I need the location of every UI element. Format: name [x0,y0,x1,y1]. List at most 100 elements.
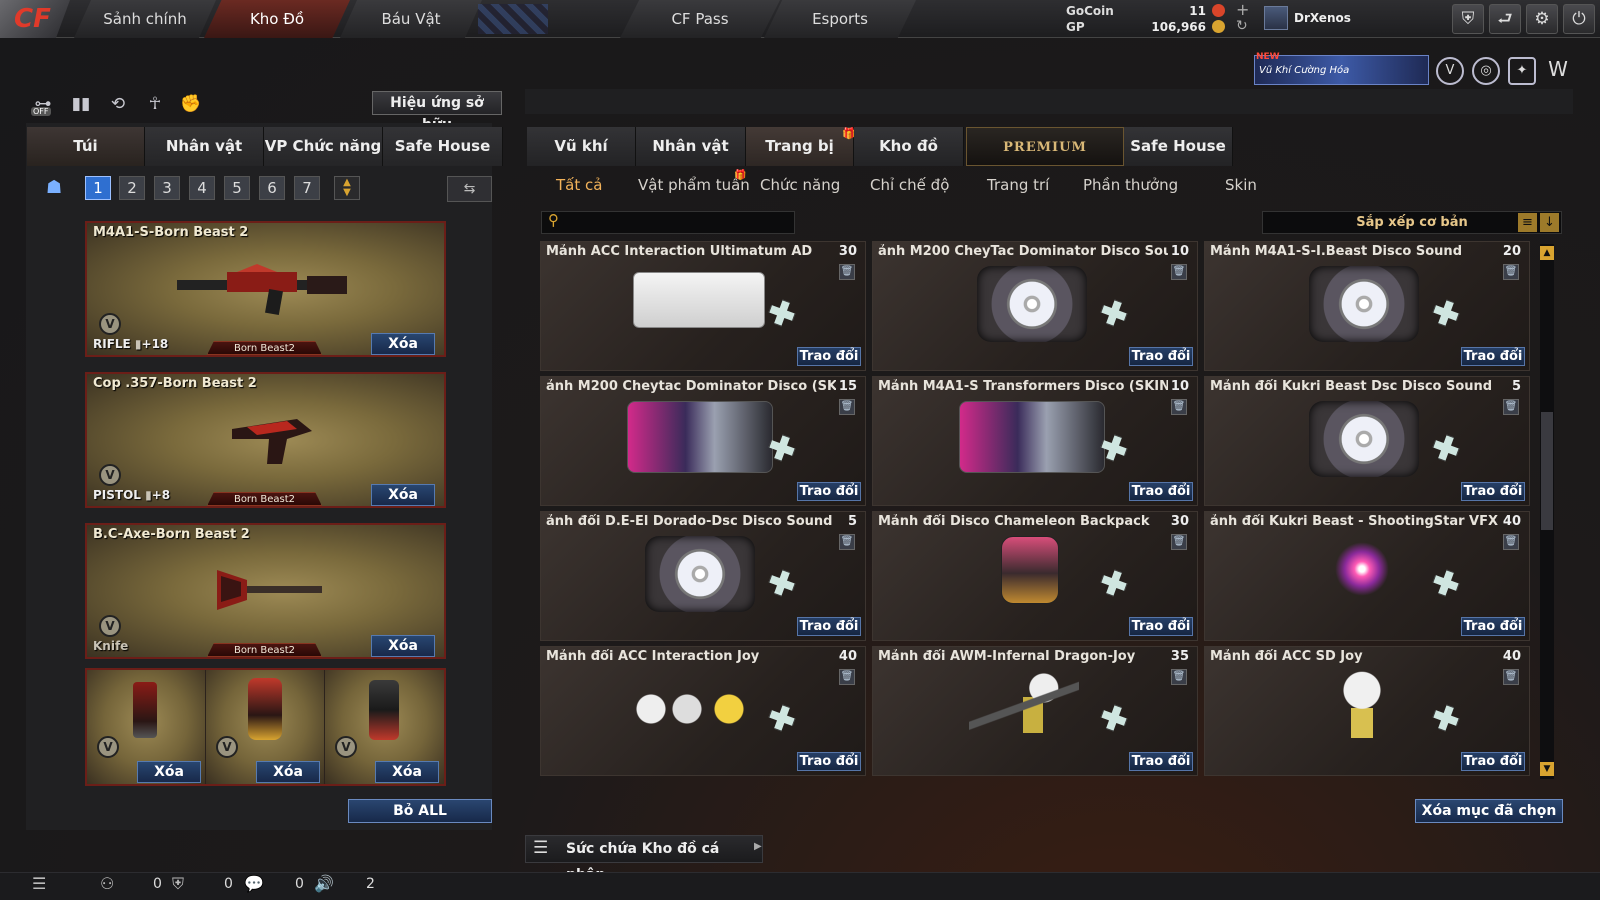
nav-tab-esports[interactable]: Esports [764,0,916,38]
trash-icon[interactable]: 🗑 [1171,264,1187,280]
subtab-rewards[interactable]: Phần thưởng [1083,172,1178,198]
remove-rifle-button[interactable]: Xóa [371,333,435,355]
trade-button[interactable]: Trao đổi [797,617,861,636]
nav-tab-inventory[interactable]: Kho Đồ [204,0,350,38]
weapon-slot-rifle[interactable]: M4A1-S-Born Beast 2 V RIFLE ▮+18 Born Be… [85,221,446,357]
item-card[interactable]: Mảnh đổi Disco Chameleon Backpack 30 🗑 Trao… [872,511,1198,641]
trash-icon[interactable]: 🗑 [1171,669,1187,685]
bag-page-4[interactable]: 4 [189,176,215,200]
left-tab-safe-house[interactable]: Safe House [383,127,503,166]
right-tab-characters[interactable]: Nhân vật [636,127,746,166]
promo-banner[interactable]: Vũ Khí Cường Hóa [1254,55,1429,85]
trade-button[interactable]: Trao đổi [1129,482,1193,501]
trash-icon[interactable]: 🗑 [1503,534,1519,550]
remove-grenade-2-button[interactable]: Xóa [256,761,320,783]
right-tab-premium[interactable]: PREMIUM [966,127,1124,166]
remove-grenade-1-button[interactable]: Xóa [137,761,201,783]
trade-button[interactable]: Trao đổi [1461,482,1525,501]
subtab-function[interactable]: Chức năng [760,172,840,198]
username[interactable]: DrXenos [1294,11,1351,25]
trash-icon[interactable]: 🗑 [839,399,855,415]
fist-icon[interactable]: ✊ [176,90,206,118]
search-input[interactable] [541,211,795,234]
expand-arrow-icon[interactable]: ▶ [754,841,762,852]
trade-button[interactable]: Trao đổi [1461,617,1525,636]
trade-button[interactable]: Trao đổi [1461,347,1525,366]
grenade-slot-2[interactable]: V Xóa [206,670,325,784]
history-icon[interactable]: ⟲ [103,90,133,118]
right-tab-storage[interactable]: Kho đồ [854,127,964,166]
subtab-all[interactable]: Tất cả [556,172,602,198]
delete-selected-button[interactable]: Xóa mục đã chọn [1415,799,1563,823]
trade-button[interactable]: Trao đổi [797,482,861,501]
remove-pistol-button[interactable]: Xóa [371,484,435,506]
grenade-slot-1[interactable]: V Xóa [87,670,206,784]
left-tab-character[interactable]: Nhân vật [145,127,264,166]
add-currency-icon[interactable]: + [1236,0,1249,19]
trade-button[interactable]: Trao đổi [1129,752,1193,771]
trash-icon[interactable]: 🗑 [1171,399,1187,415]
item-card[interactable]: Mảnh M4A1-S Transformers Disco (SKIN) 10 🗑… [872,376,1198,506]
crosshair-icon[interactable]: ✦ [1508,57,1536,85]
trade-button[interactable]: Trao đổi [797,347,861,366]
bag-page-2[interactable]: 2 [119,176,145,200]
trash-icon[interactable]: 🗑 [1503,669,1519,685]
clan-shield-icon[interactable]: ⛨ [172,874,184,894]
sort-order-icon[interactable]: ↓ [1540,213,1559,232]
item-card[interactable]: Mảnh đổi AWM-Infernal Dragon-Joy 35 🗑 Trao … [872,646,1198,776]
stats-icon[interactable]: ▮▮ [66,90,96,118]
globe-icon[interactable]: ◎ [1472,57,1500,85]
left-tab-bag[interactable]: Túi [27,127,145,166]
item-card[interactable]: ảnh M200 Cheytac Dominator Disco (SKIN) 1… [540,376,866,506]
item-card[interactable]: ảnh đổi Kukri Beast - ShootingStar VFX 40… [1204,511,1530,641]
owned-effects-button[interactable]: Hiệu ứng sở hữu [372,91,502,133]
v-emblem-icon[interactable]: V [1436,57,1464,85]
nav-tab-treasure[interactable]: Báu Vật [340,0,482,38]
right-tab-equipment[interactable]: Trang bị [746,127,854,166]
scroll-down-arrow[interactable]: ▼ [1540,762,1554,776]
item-card[interactable]: ảnh M200 CheyTac Dominator Disco Sound 10… [872,241,1198,371]
weapon-slot-pistol[interactable]: Cop .357-Born Beast 2 V PISTOL ▮+8 Born … [85,372,446,508]
bag-page-7[interactable]: 7 [294,176,320,200]
nav-tab-cf-pass[interactable]: CF Pass [620,0,780,38]
power-icon[interactable]: ⏻ [1563,4,1595,34]
trash-icon[interactable]: 🗑 [1503,264,1519,280]
character-pose-icon[interactable]: ☥ [140,90,170,118]
friends-icon[interactable]: ⚇ [100,874,114,893]
trash-icon[interactable]: 🗑 [839,264,855,280]
scroll-up-arrow[interactable]: ▲ [1540,246,1554,260]
item-card[interactable]: Mảnh đổi ACC SD Joy 40 🗑 Trao đổi [1204,646,1530,776]
remove-all-button[interactable]: Bỏ ALL [348,799,492,823]
grenade-slot-3[interactable]: V Xóa [325,670,444,784]
vip-wing-icon[interactable]: W [1544,57,1572,85]
chat-icon[interactable]: 💬 [244,874,264,893]
transfer-bag-icon[interactable]: ⇆ [447,176,492,202]
bag-page-5[interactable]: 5 [224,176,250,200]
item-card[interactable]: Mảnh đổi Kukri Beast Dsc Disco Sound 5 🗑 Tr… [1204,376,1530,506]
trade-button[interactable]: Trao đổi [1129,617,1193,636]
personal-storage-capacity[interactable]: Sức chứa Kho đồ cá nhân [525,835,763,883]
menu-list-icon[interactable]: ☰ [32,874,46,893]
left-tab-function-items[interactable]: VP Chức năng [264,127,383,166]
trash-icon[interactable]: 🗑 [839,669,855,685]
trash-icon[interactable]: 🗑 [1171,534,1187,550]
subtab-mode-only[interactable]: Chỉ chế độ [870,172,949,198]
gear-icon[interactable]: ⚙ [1526,4,1558,34]
item-card[interactable]: ảnh đổi D.E-El Dorado-Dsc Disco Sound 5 🗑 T… [540,511,866,641]
bag-page-6[interactable]: 6 [259,176,285,200]
item-card[interactable]: Mảnh M4A1-S-I.Beast Disco Sound 20 🗑 Trao đ… [1204,241,1530,371]
page-scroll-arrows[interactable]: ▲ ▼ [334,176,360,200]
trade-button[interactable]: Trao đổi [1461,752,1525,771]
grid-scrollbar-thumb[interactable] [1541,412,1553,530]
subtab-skin[interactable]: Skin [1225,172,1257,198]
sort-dropdown[interactable]: Sắp xếp cơ bản [1262,211,1562,234]
item-card[interactable]: Mảnh ACC Interaction Ultimatum AD 30 🗑 Trao… [540,241,866,371]
subtab-decoration[interactable]: Trang trí [987,172,1049,198]
nav-tab-home[interactable]: Sảnh chính [74,0,216,38]
remove-knife-button[interactable]: Xóa [371,635,435,657]
right-tab-safe-house[interactable]: Safe House [1124,127,1233,166]
bag-page-3[interactable]: 3 [154,176,180,200]
exit-room-icon[interactable]: ⮐ [1489,4,1521,34]
refresh-icon[interactable]: ↻ [1236,18,1248,34]
trash-icon[interactable]: 🗑 [1503,399,1519,415]
